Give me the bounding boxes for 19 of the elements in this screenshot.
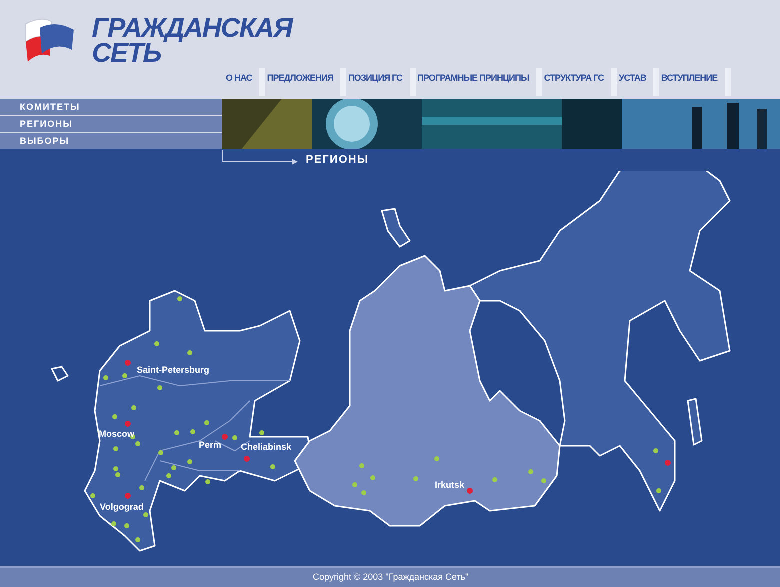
city-label[interactable]: Volgograd (100, 502, 144, 512)
sidebar-item[interactable]: КОМИТЕТЫ (0, 99, 222, 115)
logo-text: СЕТЬ (92, 41, 162, 66)
city-label[interactable]: Saint-Petersburg (137, 365, 210, 375)
city-marker[interactable] (125, 493, 131, 499)
city-marker[interactable] (222, 434, 228, 440)
city-marker[interactable] (244, 456, 250, 462)
sidebar-item[interactable]: ВЫБОРЫ (0, 133, 222, 149)
city-label[interactable]: Irkutsk (435, 480, 465, 490)
copyright-text: Copyright © 2003 "Гражданская Сеть" (0, 566, 780, 587)
city-marker[interactable] (125, 421, 131, 427)
sidebar-item[interactable]: РЕГИОНЫ (0, 116, 222, 132)
page-heading: РЕГИОНЫ (306, 152, 370, 168)
city-label[interactable]: Cheliabinsk (241, 442, 292, 452)
city-label[interactable]: Perm (199, 440, 222, 450)
city-marker[interactable] (467, 488, 473, 494)
city-marker[interactable] (125, 360, 131, 366)
city-label[interactable]: Moscow (99, 429, 135, 439)
logo-text: ГРАЖДАНСКАЯ (92, 16, 292, 41)
